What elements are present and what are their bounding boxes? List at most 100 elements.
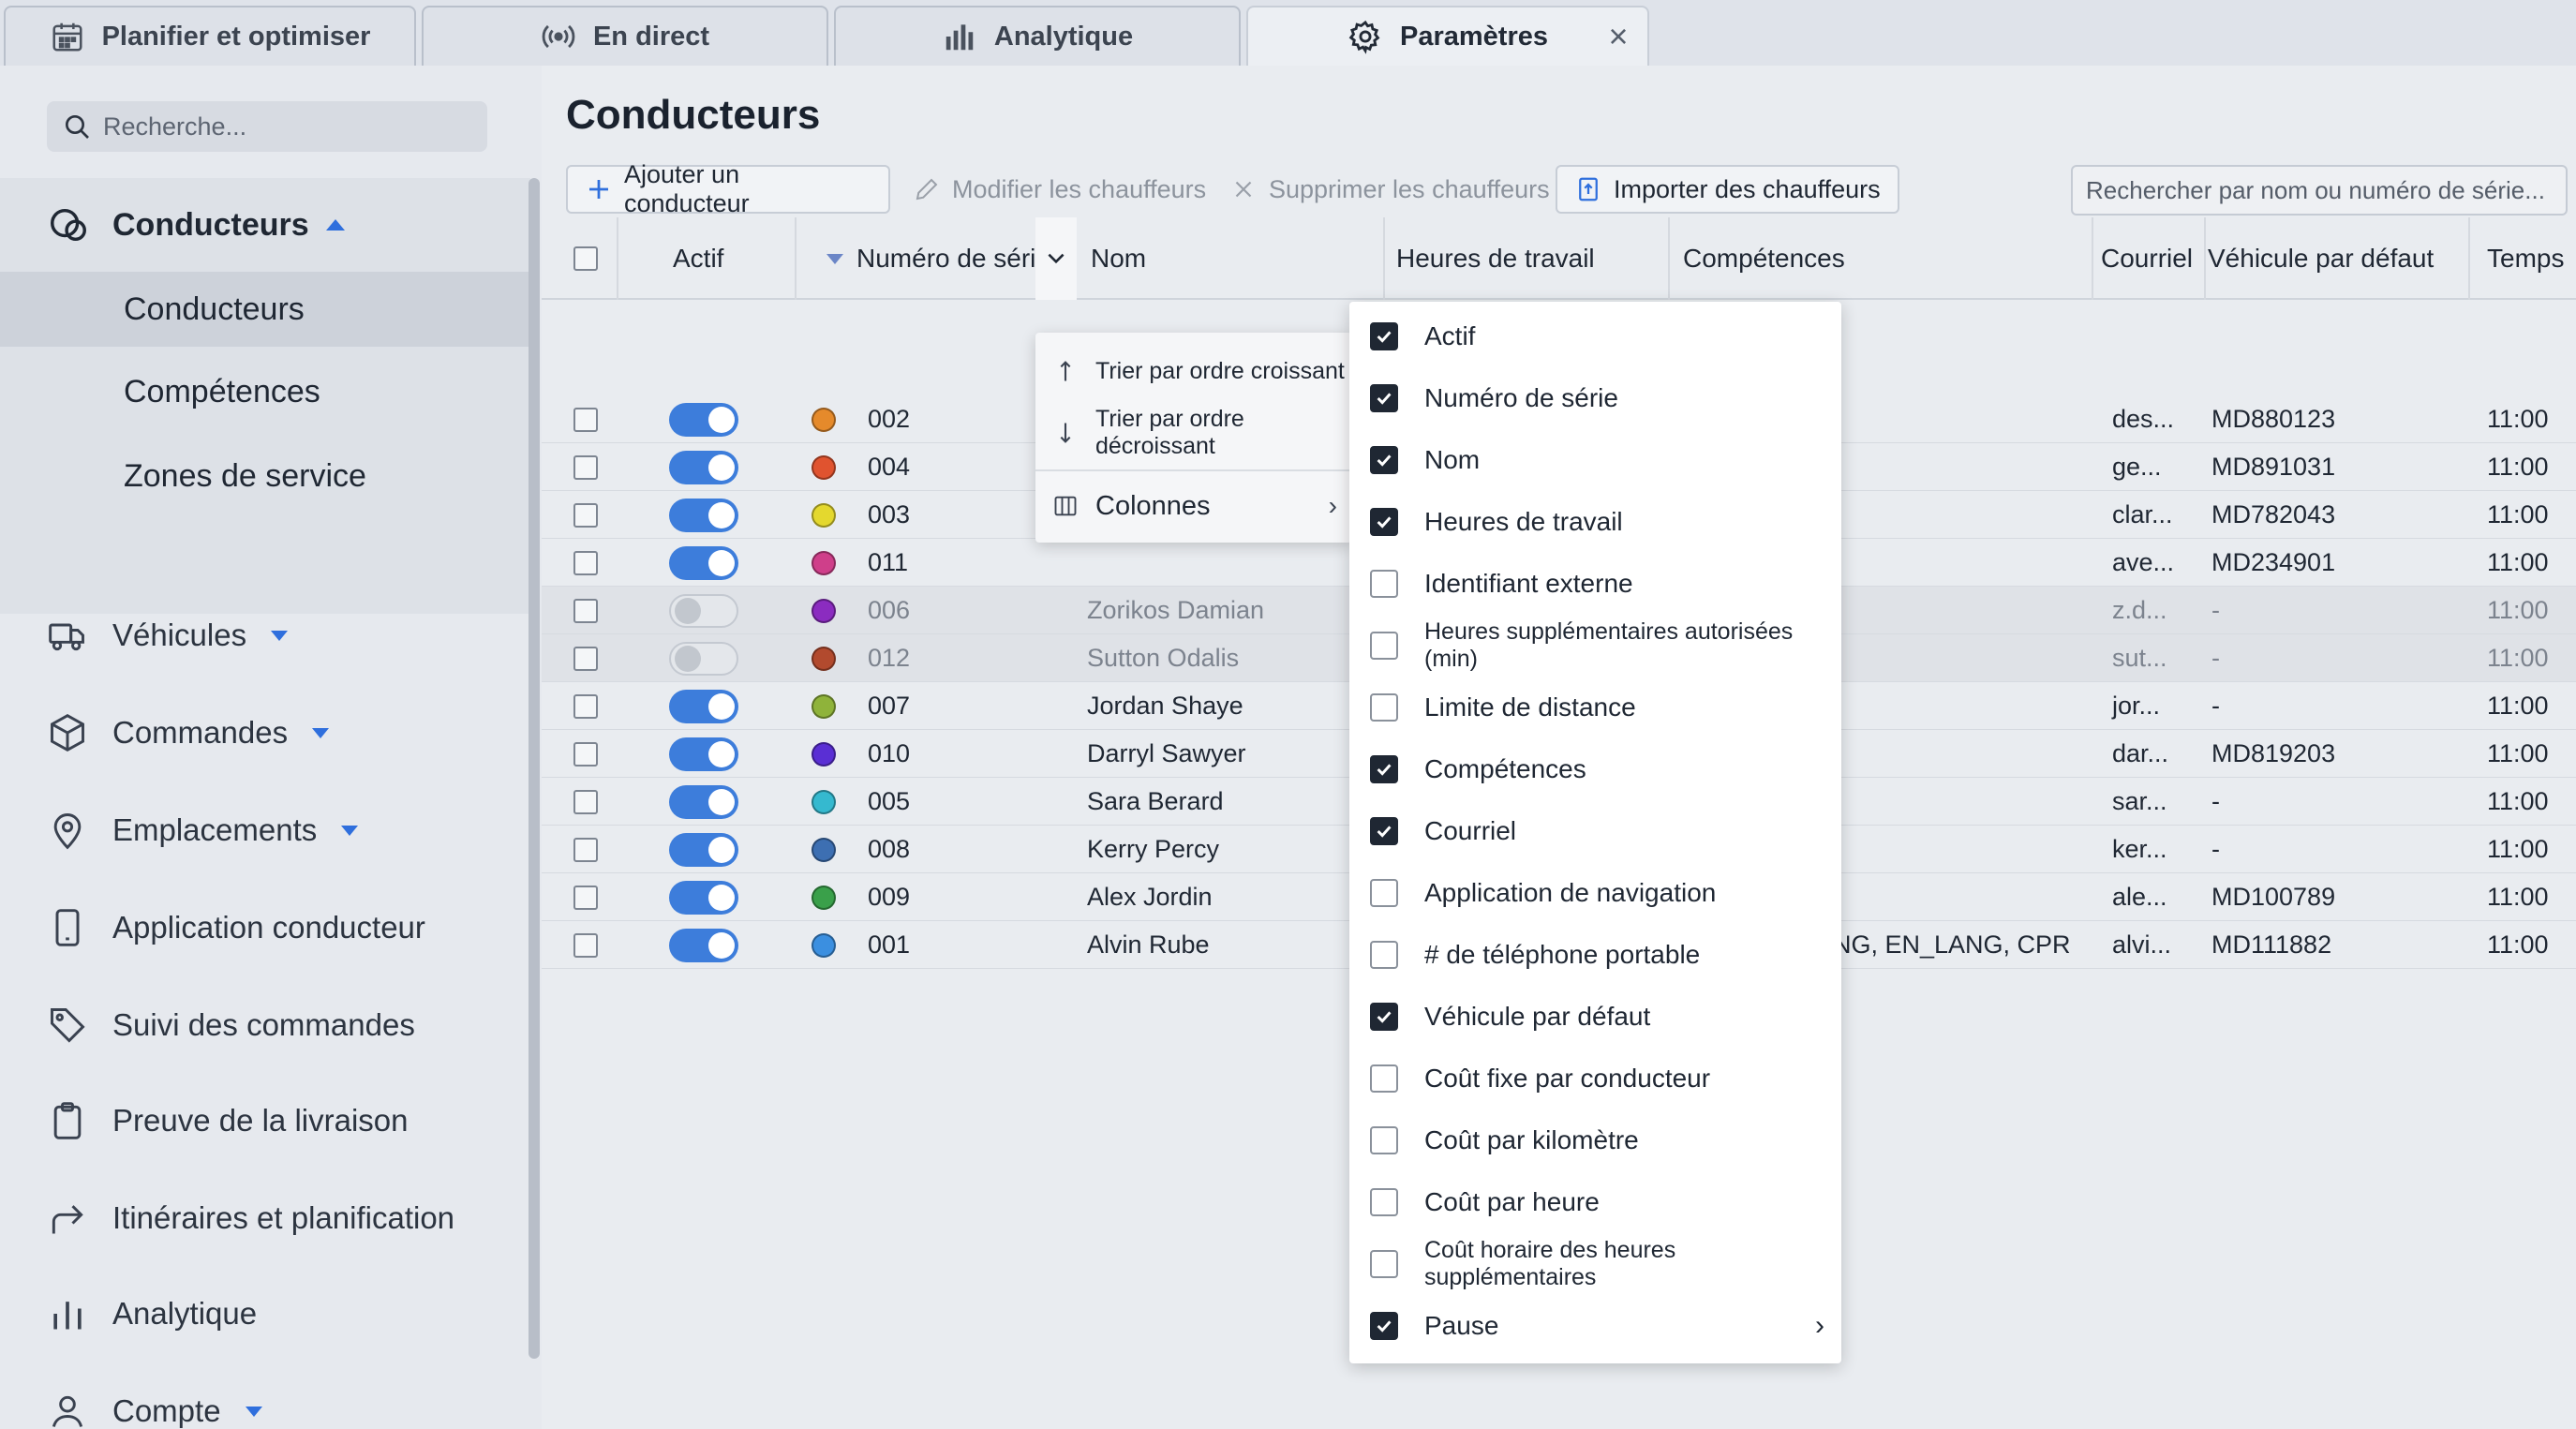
active-toggle[interactable] (669, 737, 738, 771)
row-checkbox[interactable] (573, 550, 598, 575)
column-option-cost-per-km[interactable]: Coût par kilomètre (1349, 1109, 1841, 1171)
column-option-cost-per-hour[interactable]: Coût par heure (1349, 1171, 1841, 1233)
add-driver-button[interactable]: Ajouter un conducteur (566, 160, 890, 217)
sidebar-item-vehicles[interactable]: Véhicules (0, 598, 530, 673)
column-header-time[interactable]: Temps (2487, 217, 2564, 300)
column-divider[interactable] (795, 217, 797, 300)
column-option-overtime-allowed[interactable]: Heures supplémentaires autorisées (min) (1349, 615, 1841, 677)
column-option-checkbox[interactable] (1370, 322, 1398, 350)
column-divider[interactable] (1668, 217, 1670, 300)
column-option-skills[interactable]: Compétences (1349, 738, 1841, 800)
edit-drivers-button[interactable]: Modifier les chauffeurs (896, 165, 1223, 214)
column-option-checkbox[interactable] (1370, 693, 1398, 722)
active-toggle[interactable] (669, 880, 738, 915)
column-option-checkbox[interactable] (1370, 879, 1398, 907)
tab-plan-optimize[interactable]: Planifier et optimiser (4, 6, 416, 66)
active-toggle[interactable] (669, 784, 738, 819)
sidebar-search-input[interactable] (103, 112, 478, 141)
column-option-checkbox[interactable] (1370, 755, 1398, 783)
sort-ascending-item[interactable]: Trier par ordre croissant (1035, 340, 1352, 402)
column-option-checkbox[interactable] (1370, 1250, 1398, 1278)
active-toggle[interactable] (669, 641, 738, 676)
column-option-distance-limit[interactable]: Limite de distance (1349, 677, 1841, 738)
active-toggle[interactable] (669, 593, 738, 628)
column-option-default-vehicle[interactable]: Véhicule par défaut (1349, 986, 1841, 1048)
column-option-external-id[interactable]: Identifiant externe (1349, 553, 1841, 615)
chevron-right-icon[interactable]: › (1815, 1310, 1824, 1342)
active-toggle[interactable] (669, 928, 738, 962)
column-option-checkbox[interactable] (1370, 446, 1398, 474)
active-toggle[interactable] (669, 689, 738, 723)
column-header-name[interactable]: Nom (1091, 217, 1146, 300)
column-option-checkbox[interactable] (1370, 817, 1398, 845)
column-option-checkbox[interactable] (1370, 508, 1398, 536)
column-option-break[interactable]: Pause › (1349, 1295, 1841, 1357)
row-checkbox[interactable] (573, 837, 598, 862)
drivers-search-input[interactable] (2071, 165, 2568, 216)
sort-descending-item[interactable]: Trier par ordre décroissant (1035, 402, 1352, 464)
column-option-checkbox[interactable] (1370, 1188, 1398, 1216)
select-all-checkbox-cell[interactable] (573, 217, 598, 300)
column-divider[interactable] (617, 217, 618, 300)
column-option-checkbox[interactable] (1370, 941, 1398, 969)
active-toggle[interactable] (669, 402, 738, 437)
column-option-fixed-cost[interactable]: Coût fixe par conducteur (1349, 1048, 1841, 1109)
sidebar-scrollbar[interactable] (529, 178, 540, 1359)
tab-live[interactable]: En direct (422, 6, 828, 66)
column-menu-button[interactable] (1035, 217, 1077, 300)
active-toggle[interactable] (669, 450, 738, 484)
select-all-checkbox[interactable] (573, 246, 598, 271)
row-checkbox[interactable] (573, 407, 598, 432)
column-option-checkbox[interactable] (1370, 570, 1398, 598)
column-option-navigation-app[interactable]: Application de navigation (1349, 862, 1841, 924)
column-header-skills[interactable]: Compétences (1683, 217, 1845, 300)
column-divider[interactable] (1383, 217, 1385, 300)
sidebar-item-analytics[interactable]: Analytique (0, 1276, 530, 1351)
active-toggle[interactable] (669, 832, 738, 867)
row-checkbox[interactable] (573, 646, 598, 671)
sidebar-item-orders[interactable]: Commandes (0, 695, 530, 770)
column-option-name[interactable]: Nom (1349, 429, 1841, 491)
sidebar-subitem-drivers[interactable]: Conducteurs (0, 272, 530, 347)
column-option-active[interactable]: Actif (1349, 305, 1841, 367)
sidebar-search[interactable] (47, 101, 487, 152)
sidebar-subitem-skills[interactable]: Compétences (0, 354, 530, 429)
column-header-serial[interactable]: Numéro de série (826, 217, 1050, 300)
sidebar-subitem-service-zones[interactable]: Zones de service (0, 439, 530, 514)
column-header-active[interactable]: Actif (673, 217, 723, 300)
column-option-checkbox[interactable] (1370, 1003, 1398, 1031)
column-option-checkbox[interactable] (1370, 632, 1398, 660)
column-option-email[interactable]: Courriel (1349, 800, 1841, 862)
column-option-overtime-hourly-cost[interactable]: Coût horaire des heures supplémentaires (1349, 1233, 1841, 1295)
sidebar-item-account[interactable]: Compte (0, 1374, 530, 1429)
column-divider[interactable] (2204, 217, 2206, 300)
row-checkbox[interactable] (573, 741, 598, 767)
row-checkbox[interactable] (573, 502, 598, 528)
columns-submenu-item[interactable]: Colonnes › (1035, 475, 1352, 537)
column-option-checkbox[interactable] (1370, 1064, 1398, 1093)
tab-settings[interactable]: Paramètres × (1246, 6, 1649, 66)
column-header-email[interactable]: Courriel (2101, 217, 2193, 300)
column-divider[interactable] (2092, 217, 2093, 300)
close-tab-icon[interactable]: × (1602, 17, 1634, 55)
row-checkbox[interactable] (573, 693, 598, 719)
column-option-hours[interactable]: Heures de travail (1349, 491, 1841, 553)
import-drivers-button[interactable]: Importer des chauffeurs (1556, 165, 1899, 214)
column-option-checkbox[interactable] (1370, 1126, 1398, 1154)
row-checkbox[interactable] (573, 598, 598, 623)
column-header-vehicle[interactable]: Véhicule par défaut (2208, 217, 2434, 300)
sidebar-item-driver-app[interactable]: Application conducteur (0, 890, 530, 965)
sidebar-item-order-tracking[interactable]: Suivi des commandes (0, 988, 530, 1063)
column-option-mobile-phone[interactable]: # de téléphone portable (1349, 924, 1841, 986)
active-toggle[interactable] (669, 545, 738, 580)
sidebar-item-locations[interactable]: Emplacements (0, 793, 530, 868)
column-divider[interactable] (2468, 217, 2470, 300)
active-toggle[interactable] (669, 498, 738, 532)
column-header-hours[interactable]: Heures de travail (1396, 217, 1595, 300)
tab-analytics[interactable]: Analytique (834, 6, 1241, 66)
delete-drivers-button[interactable]: Supprimer les chauffeurs (1213, 165, 1567, 214)
sidebar-item-routes-planning[interactable]: Itinéraires et planification (0, 1181, 530, 1256)
row-checkbox[interactable] (573, 454, 598, 480)
column-option-checkbox[interactable] (1370, 1312, 1398, 1340)
row-checkbox[interactable] (573, 789, 598, 814)
